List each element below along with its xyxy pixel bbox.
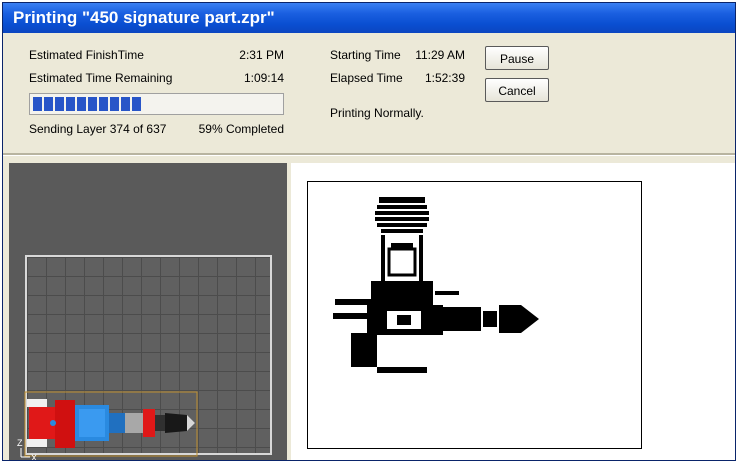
layer-status: Sending Layer 374 of 637 <box>29 122 167 136</box>
est-remaining-value: 1:09:14 <box>243 71 284 85</box>
progress-segment <box>121 97 130 111</box>
layer-preview-pane <box>291 163 735 460</box>
cancel-button[interactable]: Cancel <box>485 78 549 102</box>
layer-slice-image <box>333 197 539 373</box>
print-status-window: Printing "450 signature part.zpr" Estima… <box>2 2 736 461</box>
progress-segment <box>55 97 64 111</box>
elapsed-time-value: 1:52:39 <box>424 71 465 85</box>
progress-segment <box>33 97 42 111</box>
progress-segment <box>66 97 75 111</box>
axis-x-label: X <box>31 453 37 461</box>
start-time-value: 11:29 AM <box>415 48 465 62</box>
progress-segment <box>110 97 119 111</box>
progress-segment <box>132 97 141 111</box>
title-bar[interactable]: Printing "450 signature part.zpr" <box>3 3 735 33</box>
progress-bar <box>29 93 284 115</box>
separator <box>3 153 735 156</box>
pause-button[interactable]: Pause <box>485 46 549 70</box>
part-model-3d: Z X <box>17 391 198 461</box>
est-remaining-label: Estimated Time Remaining <box>29 71 173 85</box>
progress-segment <box>88 97 97 111</box>
start-time-label: Starting Time <box>330 48 401 62</box>
est-finish-value: 2:31 PM <box>239 48 284 62</box>
elapsed-time-label: Elapsed Time <box>330 71 403 85</box>
progress-segment <box>99 97 108 111</box>
percent-completed: 59% Completed <box>198 122 284 136</box>
est-finish-label: Estimated FinishTime <box>29 48 144 62</box>
axis-z-label: Z <box>17 438 23 448</box>
progress-segment <box>44 97 53 111</box>
progress-segment <box>77 97 86 111</box>
window-title: Printing "450 signature part.zpr" <box>13 8 275 27</box>
layer-slice-frame <box>307 181 642 449</box>
status-message: Printing Normally. <box>330 106 424 120</box>
build-tray-viewport[interactable]: Z X <box>9 163 287 461</box>
